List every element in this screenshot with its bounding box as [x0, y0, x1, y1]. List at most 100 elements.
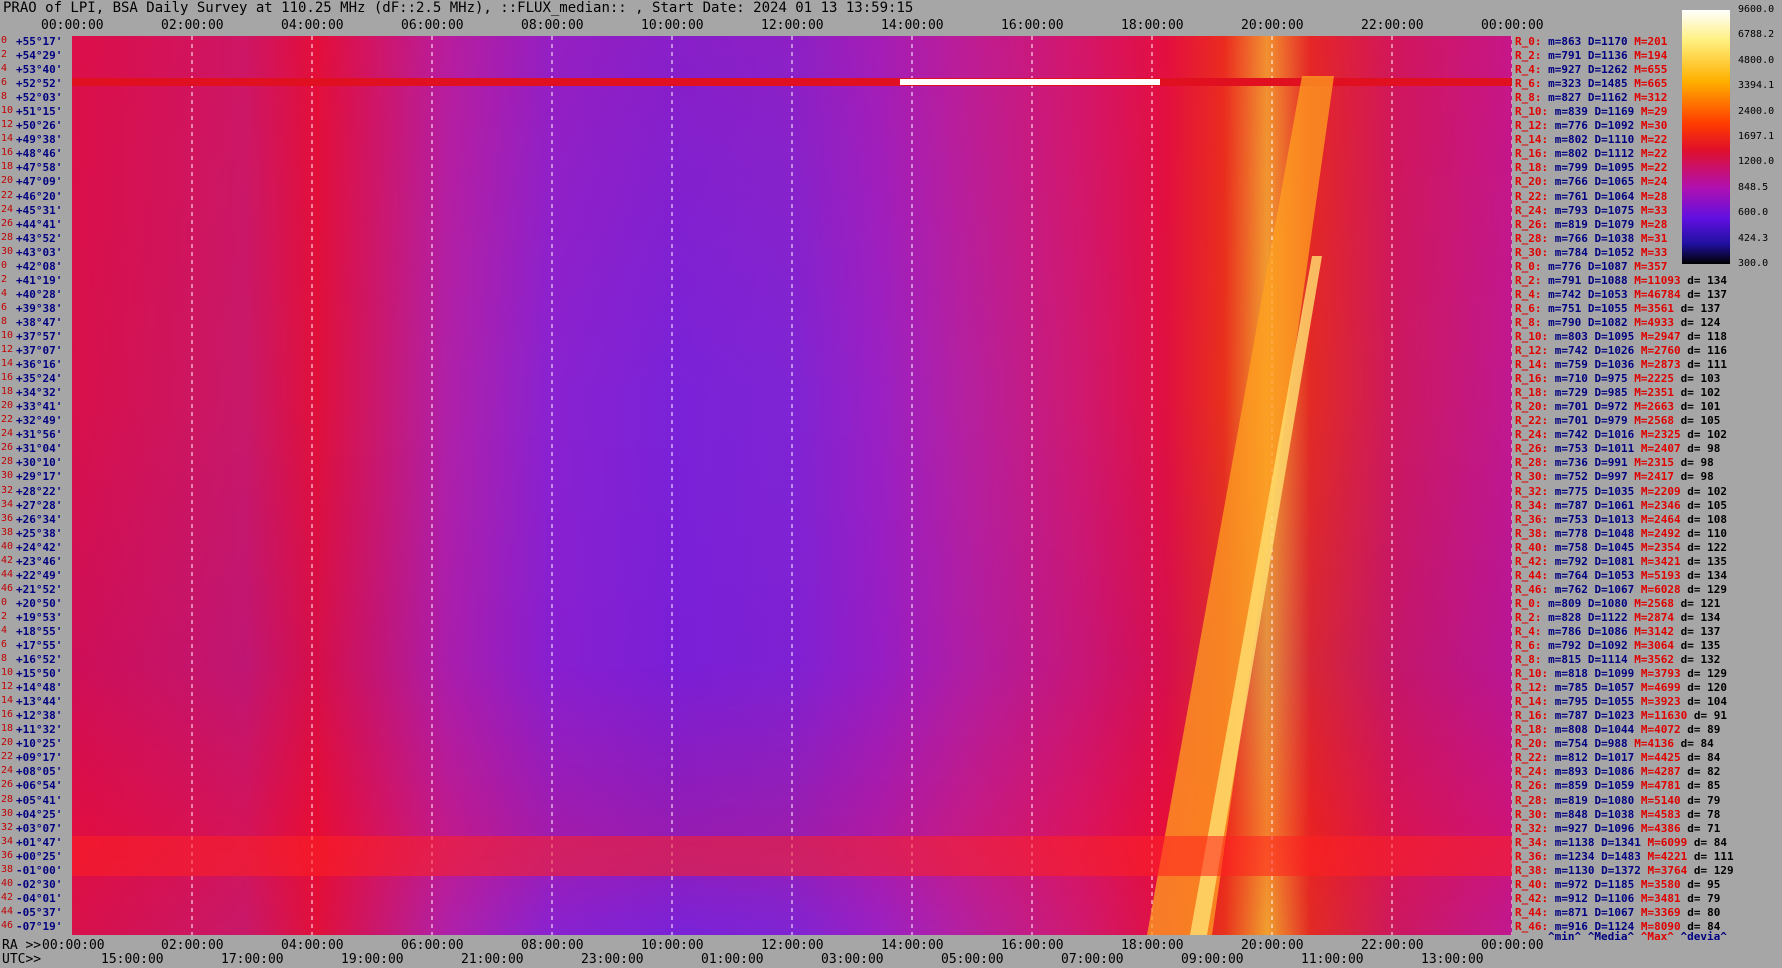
stat-row: R_44: m=871 D=1067 M=3369 d= 80: [1515, 906, 1727, 919]
stat-name: R_44:: [1515, 568, 1549, 582]
stat-row: R_36: m=1234 D=1483 M=4221 d= 111: [1515, 850, 1740, 863]
stat-median: D=1061: [1594, 498, 1635, 512]
declination-label: +32°49': [16, 414, 63, 428]
declination-label: +54°29': [16, 49, 63, 63]
stat-deviation: d= 98: [1687, 442, 1721, 456]
stat-deviation: d= 84: [1693, 835, 1727, 849]
stat-min: m=803: [1554, 329, 1588, 343]
declination-index: 40: [1, 877, 14, 889]
stat-name: R_16:: [1515, 147, 1549, 161]
stat-median: D=1485: [1587, 77, 1628, 91]
stat-row: R_8: m=815 D=1114 M=3562 d= 132: [1515, 653, 1727, 666]
stat-median: D=1372: [1601, 863, 1641, 877]
declination-index: 20: [1, 400, 14, 412]
stat-name: R_10:: [1515, 667, 1549, 681]
stat-max: M=2492: [1640, 526, 1681, 540]
stat-max: M=2325: [1640, 428, 1681, 442]
stat-name: R_14:: [1515, 358, 1549, 372]
stat-min: m=828: [1548, 610, 1582, 624]
top-tick-label: 00:00:00: [41, 18, 104, 33]
declination-index: 46: [1, 582, 14, 594]
stat-deviation: d= 79: [1687, 793, 1721, 807]
stat-row: R_26: m=859 D=1059 M=4781 d= 85: [1515, 779, 1727, 792]
declination-label: +22°49': [16, 568, 63, 582]
stat-median: D=1112: [1594, 147, 1635, 161]
stat-median: D=1092: [1594, 119, 1635, 133]
stat-min: m=927: [1548, 63, 1582, 77]
stat-row: R_38: m=778 D=1048 M=2492 d= 110: [1515, 527, 1734, 540]
stat-deviation: d= 129: [1687, 667, 1727, 681]
declination-index: 38: [1, 526, 14, 538]
stat-max: M=655: [1634, 63, 1668, 77]
stat-max: M=2464: [1640, 512, 1681, 526]
stat-max: M=3923: [1640, 695, 1681, 709]
stat-min: m=786: [1548, 624, 1582, 638]
stat-max: M=312: [1634, 91, 1668, 105]
stat-median: D=1013: [1594, 512, 1635, 526]
stat-deviation: d= 84: [1687, 751, 1721, 765]
stat-name: R_34:: [1515, 835, 1549, 849]
stat-name: R_38:: [1515, 863, 1549, 877]
stat-name: R_32:: [1515, 484, 1549, 498]
stat-deviation: d= 134: [1687, 273, 1727, 287]
stat-max: M=2663: [1634, 400, 1674, 414]
stat-median: D=985: [1594, 386, 1628, 400]
declination-index: 44: [1, 905, 14, 917]
stat-row: R_16: m=802 D=1112 M=22: [1515, 147, 1681, 160]
equatorial-band: [72, 836, 1512, 876]
declination-index: 6: [1, 639, 8, 651]
top-tick-label: 18:00:00: [1121, 18, 1184, 33]
top-tick-label: 08:00:00: [521, 18, 584, 33]
stat-max: M=665: [1634, 77, 1668, 91]
stat-median: D=1087: [1587, 259, 1628, 273]
utc-tick-label: 09:00:00: [1181, 952, 1244, 967]
declination-label: +26°34': [16, 512, 63, 526]
colorbar-tick-label: 4800.0: [1738, 54, 1775, 66]
stat-median: D=1011: [1594, 442, 1635, 456]
declination-index: 46: [1, 919, 14, 931]
ra-tick-label: 08:00:00: [521, 938, 584, 953]
declination-index: 4: [1, 287, 8, 299]
ra-tick-label: 12:00:00: [761, 938, 824, 953]
stat-name: R_8:: [1515, 315, 1542, 329]
stat-median: D=1035: [1594, 484, 1635, 498]
stat-deviation: d= 134: [1680, 610, 1721, 624]
stat-median: D=1023: [1594, 709, 1635, 723]
declination-label: +29°17': [16, 470, 63, 484]
declination-index: 18: [1, 723, 14, 735]
stat-deviation: d= 129: [1687, 582, 1727, 596]
declination-label: +31°56': [16, 428, 63, 442]
stat-median: D=1053: [1594, 568, 1635, 582]
stat-name: R_4:: [1515, 287, 1542, 301]
stats-legend-item: ^Max^: [1640, 930, 1674, 943]
stat-min: m=809: [1548, 596, 1582, 610]
stat-min: m=808: [1554, 723, 1588, 737]
stat-row: R_6: m=323 D=1485 M=665: [1515, 77, 1681, 90]
stat-deviation: d= 71: [1687, 821, 1721, 835]
stat-deviation: d= 89: [1687, 723, 1721, 737]
stat-min: m=827: [1548, 91, 1582, 105]
stat-max: M=30: [1640, 119, 1668, 133]
declination-index: 14: [1, 358, 14, 370]
stat-row: R_30: m=784 D=1052 M=33: [1515, 246, 1681, 259]
declination-index: 24: [1, 765, 14, 777]
declination-label: +55°17': [16, 35, 63, 48]
declination-index: 22: [1, 751, 14, 763]
stat-max: M=2407: [1640, 442, 1681, 456]
stat-max: M=2209: [1640, 484, 1681, 498]
declination-index: 8: [1, 91, 8, 103]
stat-name: R_14:: [1515, 695, 1549, 709]
stat-deviation: d= 95: [1687, 877, 1721, 891]
stat-median: D=1106: [1594, 891, 1635, 905]
declination-label: +44°41': [16, 217, 63, 231]
stat-max: M=28: [1640, 189, 1668, 203]
stat-name: R_4:: [1515, 624, 1542, 638]
declination-index: 20: [1, 175, 14, 187]
stat-max: M=2568: [1634, 596, 1674, 610]
stat-max: M=201: [1634, 35, 1668, 48]
stat-min: m=1138: [1554, 835, 1595, 849]
declination-index: 10: [1, 329, 14, 341]
declination-label: -04°01': [16, 891, 63, 905]
stat-median: D=988: [1594, 737, 1628, 751]
declination-index: 34: [1, 835, 14, 847]
